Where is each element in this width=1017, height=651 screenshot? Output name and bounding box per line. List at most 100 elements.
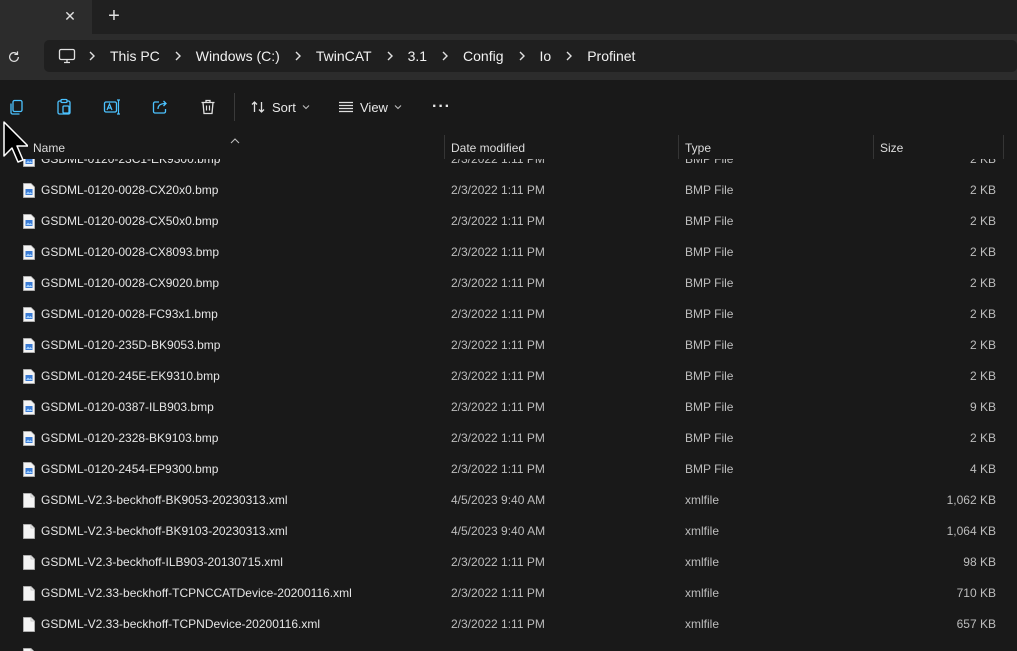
share-button[interactable] [148,95,172,119]
chevron-right-icon[interactable] [78,50,106,62]
file-type: BMP File [685,214,734,228]
file-date-modified: 2/3/2022 1:11 PM [451,245,545,259]
file-row[interactable]: GSDML-V2.3-beckhoff-BK9103-20230313.xml 4… [0,516,1017,547]
more-options-button[interactable]: ··· [432,96,451,118]
breadcrumb-io[interactable]: Io [536,48,556,64]
column-header-name[interactable]: Name [33,137,65,159]
file-size: 98 KB [963,555,996,569]
bmp-file-icon [23,276,35,291]
file-row[interactable]: GSDML-0120-0028-FC93x1.bmp 2/3/2022 1:11 … [0,299,1017,330]
file-row[interactable]: GSDML-V2.3-beckhoff-ILB903-20130715.xml 2… [0,547,1017,578]
file-row[interactable]: GSDML-0120-245E-EK9310.bmp 2/3/2022 1:11 … [0,361,1017,392]
column-divider[interactable] [873,135,874,159]
breadcrumb-config[interactable]: Config [459,48,507,64]
file-type: BMP File [685,400,734,414]
file-name: GSDML-0120-235D-BK9053.bmp [41,338,221,352]
column-divider[interactable] [1003,135,1004,159]
paste-button[interactable] [52,95,76,119]
more-icon: ··· [432,98,451,115]
breadcrumb-windows-c[interactable]: Windows (C:) [192,48,284,64]
file-size: 2 KB [969,183,996,197]
file-row[interactable] [0,640,1017,651]
chevron-down-icon [394,105,402,110]
tab-close-button[interactable]: ✕ [56,0,84,32]
share-icon [152,100,167,114]
file-date-modified: 2/3/2022 1:11 PM [451,276,545,290]
file-row[interactable]: GSDML-0120-235D-BK9053.bmp 2/3/2022 1:11 … [0,330,1017,361]
file-date-modified: 2/3/2022 1:11 PM [451,338,545,352]
view-button[interactable]: View [338,96,402,118]
copy-button[interactable] [4,95,28,119]
file-name: GSDML-V2.3-beckhoff-BK9053-20230313.xml [41,493,288,507]
new-tab-button[interactable]: + [100,0,128,32]
column-header-type[interactable]: Type [685,137,711,159]
chevron-right-icon[interactable] [376,50,404,62]
file-row[interactable]: GSDML-V2.33-beckhoff-TCPNCCATDevice-2020… [0,578,1017,609]
plus-icon: + [108,4,120,27]
file-date-modified: 2/3/2022 1:11 PM [451,586,545,600]
file-type: xmlfile [685,524,720,538]
column-divider[interactable] [444,135,445,159]
bmp-file-icon [23,245,35,260]
file-size: 4 KB [969,462,996,476]
file-size: 2 KB [969,307,996,321]
file-type: BMP File [685,369,734,383]
file-type: BMP File [685,462,734,476]
file-type: BMP File [685,245,734,259]
file-date-modified: 2/3/2022 1:11 PM [451,214,545,228]
refresh-button[interactable] [0,44,28,70]
file-type: xmlfile [685,617,720,631]
sort-button[interactable]: Sort [250,96,310,118]
mouse-pointer-icon [3,121,28,163]
file-date-modified: 4/5/2023 9:40 AM [451,493,546,507]
chevron-right-icon[interactable] [284,50,312,62]
file-name: GSDML-0120-245E-EK9310.bmp [41,369,220,383]
breadcrumb-this-pc[interactable]: This PC [106,48,164,64]
xml-file-icon [23,524,35,539]
file-row[interactable]: GSDML-0120-0028-CX9020.bmp 2/3/2022 1:11 … [0,268,1017,299]
delete-button[interactable] [196,95,220,119]
chevron-right-icon[interactable] [431,50,459,62]
breadcrumb-3-1[interactable]: 3.1 [404,48,431,64]
file-row[interactable]: GSDML-V2.3-beckhoff-BK9053-20230313.xml 4… [0,485,1017,516]
file-row[interactable]: GSDML-0120-0028-CX50x0.bmp 2/3/2022 1:11 … [0,206,1017,237]
file-type: xmlfile [685,555,720,569]
bmp-file-icon [23,338,35,353]
breadcrumb-twincat[interactable]: TwinCAT [312,48,376,64]
bmp-file-icon [23,183,35,198]
file-size: 1,064 KB [946,524,996,538]
file-row[interactable]: GSDML-0120-0387-ILB903.bmp 2/3/2022 1:11 … [0,392,1017,423]
file-name: GSDML-0120-0028-CX20x0.bmp [41,183,219,197]
breadcrumb: This PC Windows (C:) TwinCAT 3.1 Config … [56,40,639,72]
list-view-icon [339,101,353,113]
refresh-icon [9,51,19,62]
tab-strip [0,0,1017,34]
paste-icon [57,98,71,115]
chevron-right-icon[interactable] [164,50,192,62]
bmp-file-icon [23,431,35,446]
file-date-modified: 2/3/2022 1:11 PM [451,400,545,414]
column-header-date[interactable]: Date modified [451,137,525,159]
file-row[interactable]: GSDML-0120-0028-CX8093.bmp 2/3/2022 1:11 … [0,237,1017,268]
file-row[interactable]: GSDML-0120-2454-EP9300.bmp 2/3/2022 1:11 … [0,454,1017,485]
rename-icon [103,99,120,115]
chevron-down-icon [302,105,310,110]
sort-ascending-icon [230,132,240,147]
chevron-right-icon[interactable] [508,50,536,62]
file-row[interactable]: GSDML-V2.33-beckhoff-TCPNDevice-20200116… [0,609,1017,640]
file-name: GSDML-0120-2328-BK9103.bmp [41,431,219,445]
sort-label: Sort [272,99,296,115]
file-date-modified: 2/3/2022 1:11 PM [451,617,545,631]
chevron-right-icon[interactable] [555,50,583,62]
sort-icon [251,101,265,113]
column-header-size[interactable]: Size [880,137,903,159]
rename-button[interactable] [100,95,124,119]
monitor-icon[interactable] [56,48,78,64]
breadcrumb-profinet[interactable]: Profinet [583,48,639,64]
file-list: GSDML-0120-23C1-EK9300.bmp 2/3/2022 1:11 … [0,144,1017,651]
file-name: GSDML-0120-0028-CX50x0.bmp [41,214,219,228]
file-row[interactable]: GSDML-0120-2328-BK9103.bmp 2/3/2022 1:11 … [0,423,1017,454]
file-row[interactable]: GSDML-0120-0028-CX20x0.bmp 2/3/2022 1:11 … [0,175,1017,206]
column-divider[interactable] [678,135,679,159]
file-name: GSDML-0120-0028-CX9020.bmp [41,276,220,290]
